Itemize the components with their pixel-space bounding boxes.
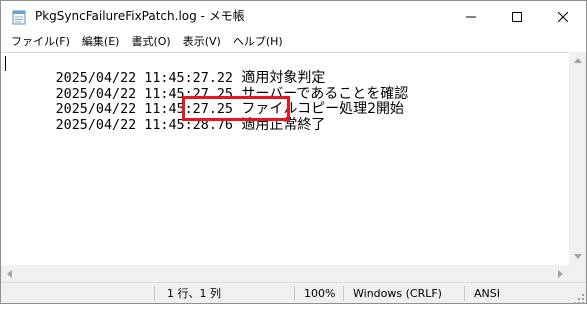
scroll-up-icon[interactable] (569, 52, 586, 69)
scroll-left-icon[interactable] (1, 265, 18, 282)
minimize-button[interactable] (448, 1, 494, 32)
status-line-ending: Windows (CRLF) (353, 287, 442, 300)
menu-file[interactable]: ファイル(F) (5, 32, 76, 52)
notepad-window: PkgSyncFailureFixPatch.log - メモ帳 ファイル(F)… (0, 0, 587, 304)
maximize-button[interactable] (494, 1, 540, 32)
text-editor[interactable]: 2025/04/22 11:45:27.22 適用対象判定 2025/04/22… (1, 52, 569, 265)
status-cursor-position: 1 行、1 列 (167, 287, 221, 300)
highlight-annotation (182, 96, 290, 121)
status-divider (464, 286, 465, 301)
maximize-icon (512, 7, 522, 26)
title-bar[interactable]: PkgSyncFailureFixPatch.log - メモ帳 (1, 1, 586, 32)
horizontal-scrollbar[interactable] (1, 265, 569, 282)
scroll-down-icon[interactable] (569, 248, 586, 265)
vertical-scrollbar[interactable] (569, 52, 586, 265)
status-bar: 1 行、1 列 100% Windows (CRLF) ANSI (1, 282, 586, 303)
status-encoding: ANSI (474, 287, 500, 300)
menu-edit[interactable]: 編集(E) (76, 32, 126, 52)
status-zoom: 100% (304, 287, 336, 300)
close-icon (557, 7, 569, 26)
window-title: PkgSyncFailureFixPatch.log - メモ帳 (35, 9, 245, 23)
scrollbar-corner (569, 265, 586, 282)
menu-format[interactable]: 書式(O) (125, 32, 176, 52)
menu-help[interactable]: ヘルプ(H) (227, 32, 289, 52)
resize-grip-icon[interactable] (573, 290, 585, 304)
text-caret (5, 56, 6, 71)
menu-bar: ファイル(F) 編集(E) 書式(O) 表示(V) ヘルプ(H) (1, 32, 586, 52)
minimize-icon (466, 7, 476, 26)
status-divider (343, 286, 344, 301)
close-button[interactable] (540, 1, 586, 32)
status-divider (294, 286, 295, 301)
menu-view[interactable]: 表示(V) (177, 32, 227, 52)
log-line: 2025/04/22 11:45:27.25 サーバーであることを確認 (5, 70, 409, 102)
status-divider (154, 286, 155, 301)
notepad-icon (11, 9, 27, 25)
log-line: 2025/04/22 11:45:27.22 適用対象判定 (5, 54, 326, 86)
scroll-right-icon[interactable] (552, 265, 569, 282)
